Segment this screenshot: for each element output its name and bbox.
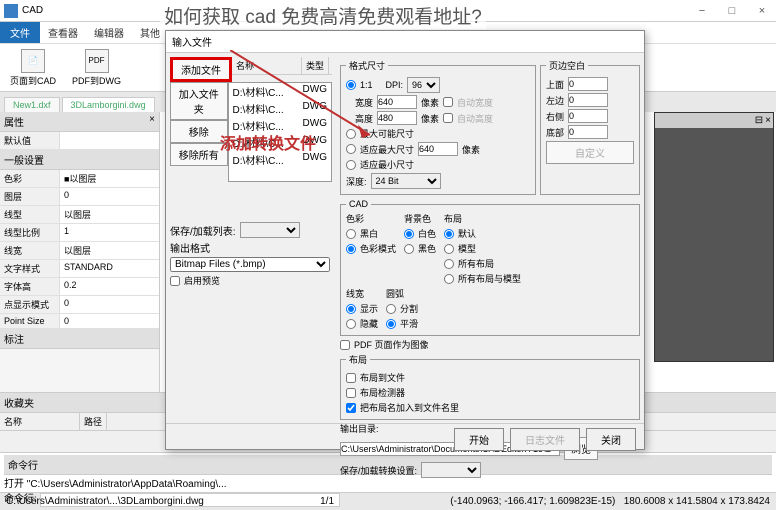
pane-min-icon[interactable]: ⊟ [755, 115, 763, 126]
fit-min-radio[interactable] [346, 160, 356, 170]
output-format-select[interactable]: Bitmap Files (*.bmp) [170, 257, 330, 272]
menu-file[interactable]: 文件 [0, 22, 40, 43]
xref-hide-radio[interactable] [346, 319, 356, 329]
page-icon: 📄 [21, 49, 45, 73]
xref-show-radio[interactable] [346, 304, 356, 314]
height-input[interactable] [377, 111, 417, 125]
marker-header: 标注 [0, 329, 159, 349]
close-dialog-button[interactable]: 关闭 [586, 428, 636, 451]
maximize-button[interactable]: □ [718, 1, 746, 21]
add-file-button[interactable]: 添加文件 [170, 57, 232, 82]
layout-all-radio[interactable] [444, 259, 454, 269]
margin-right-input[interactable] [568, 109, 608, 123]
properties-header: 属性× [0, 112, 159, 132]
fit-max-input[interactable] [418, 142, 458, 156]
minimize-button[interactable]: − [688, 1, 716, 21]
pane-close-icon[interactable]: × [765, 115, 771, 126]
margin-group: 页边空白 上面 左边 右侧 底部 自定义 [540, 59, 640, 195]
add-layout-name-checkbox[interactable] [346, 403, 356, 413]
enable-preview-checkbox[interactable] [170, 276, 180, 286]
bg-white-radio[interactable] [404, 229, 414, 239]
arc-split-radio[interactable] [386, 304, 396, 314]
layout-model-radio[interactable] [444, 244, 454, 254]
arc-flat-radio[interactable] [386, 319, 396, 329]
auto-height-checkbox[interactable] [443, 113, 453, 123]
pdf-to-dwg-button[interactable]: PDF PDF到DWG [68, 47, 125, 89]
pdf-as-image-checkbox[interactable] [340, 340, 350, 350]
app-name: CAD [22, 5, 43, 16]
fit-max-radio[interactable] [346, 144, 356, 154]
custom-margin-button[interactable]: 自定义 [546, 141, 634, 164]
general-header: 一般设置 [0, 150, 159, 170]
log-button[interactable]: 日志文件 [510, 428, 580, 451]
format-size-group: 格式尺寸 1:1 DPI:96 宽度像素自动宽度 高度像素自动高度 最大可能尺寸… [340, 59, 536, 195]
bg-black-radio[interactable] [404, 244, 414, 254]
tab-lamborgini[interactable]: 3DLamborgini.dwg [62, 97, 155, 112]
menu-editor[interactable]: 编辑器 [86, 22, 132, 43]
dpi-select[interactable]: 96 [407, 77, 440, 93]
layout-all-model-radio[interactable] [444, 274, 454, 284]
question-overlay: 如何获取 cad 免费高清免费观看地址? [160, 2, 486, 29]
pdf-icon: PDF [85, 49, 109, 73]
max-size-radio[interactable] [346, 129, 356, 139]
margin-top-input[interactable] [568, 77, 608, 91]
convert-settings-select[interactable] [421, 462, 481, 478]
depth-select[interactable]: 24 Bit [371, 173, 441, 189]
close-button[interactable]: × [748, 1, 776, 21]
start-button[interactable]: 开始 [454, 428, 504, 451]
margin-left-input[interactable] [568, 93, 608, 107]
dialog-title: 输入文件 [166, 31, 644, 53]
layout-to-file-checkbox[interactable] [346, 373, 356, 383]
menu-viewer[interactable]: 查看器 [40, 22, 86, 43]
app-icon [4, 4, 18, 18]
annotation-text: 添加转换文件 [220, 130, 316, 154]
layout-group: 布局 布局到文件 布局检测器 把布局名加入到文件名里 [340, 353, 640, 420]
right-preview-pane: ⊟× [654, 112, 774, 362]
bw-radio[interactable] [346, 229, 356, 239]
properties-panel: 属性× 默认值 一般设置 色彩■以图层图层0线型以图层线型比例1线宽以图层文字样… [0, 112, 160, 392]
export-dialog: 输入文件 添加文件 名称 类型 加入文件夹 移除 移除所有 D: [165, 30, 645, 450]
color-mode-radio[interactable] [346, 244, 356, 254]
file-row[interactable]: D:\材料\C...DWG [229, 100, 331, 117]
layout-default-radio[interactable] [444, 229, 454, 239]
margin-bottom-input[interactable] [568, 125, 608, 139]
file-row[interactable]: D:\材料\C...DWG [229, 83, 331, 100]
page-to-cad-button[interactable]: 📄 页面到CAD [6, 47, 60, 89]
remove-button[interactable]: 移除 [170, 120, 228, 143]
layout-detector-checkbox[interactable] [346, 388, 356, 398]
add-folder-button[interactable]: 加入文件夹 [170, 82, 228, 120]
tab-new1[interactable]: New1.dxf [4, 97, 60, 112]
width-input[interactable] [377, 95, 417, 109]
cad-group: CAD 色彩 黑白 色彩模式 背景色 白色 黑色 布局 默认 [340, 199, 640, 336]
remove-all-button[interactable]: 移除所有 [170, 143, 228, 166]
auto-width-checkbox[interactable] [443, 97, 453, 107]
ratio-1-1-radio[interactable] [346, 80, 356, 90]
save-list-select[interactable] [240, 222, 300, 238]
